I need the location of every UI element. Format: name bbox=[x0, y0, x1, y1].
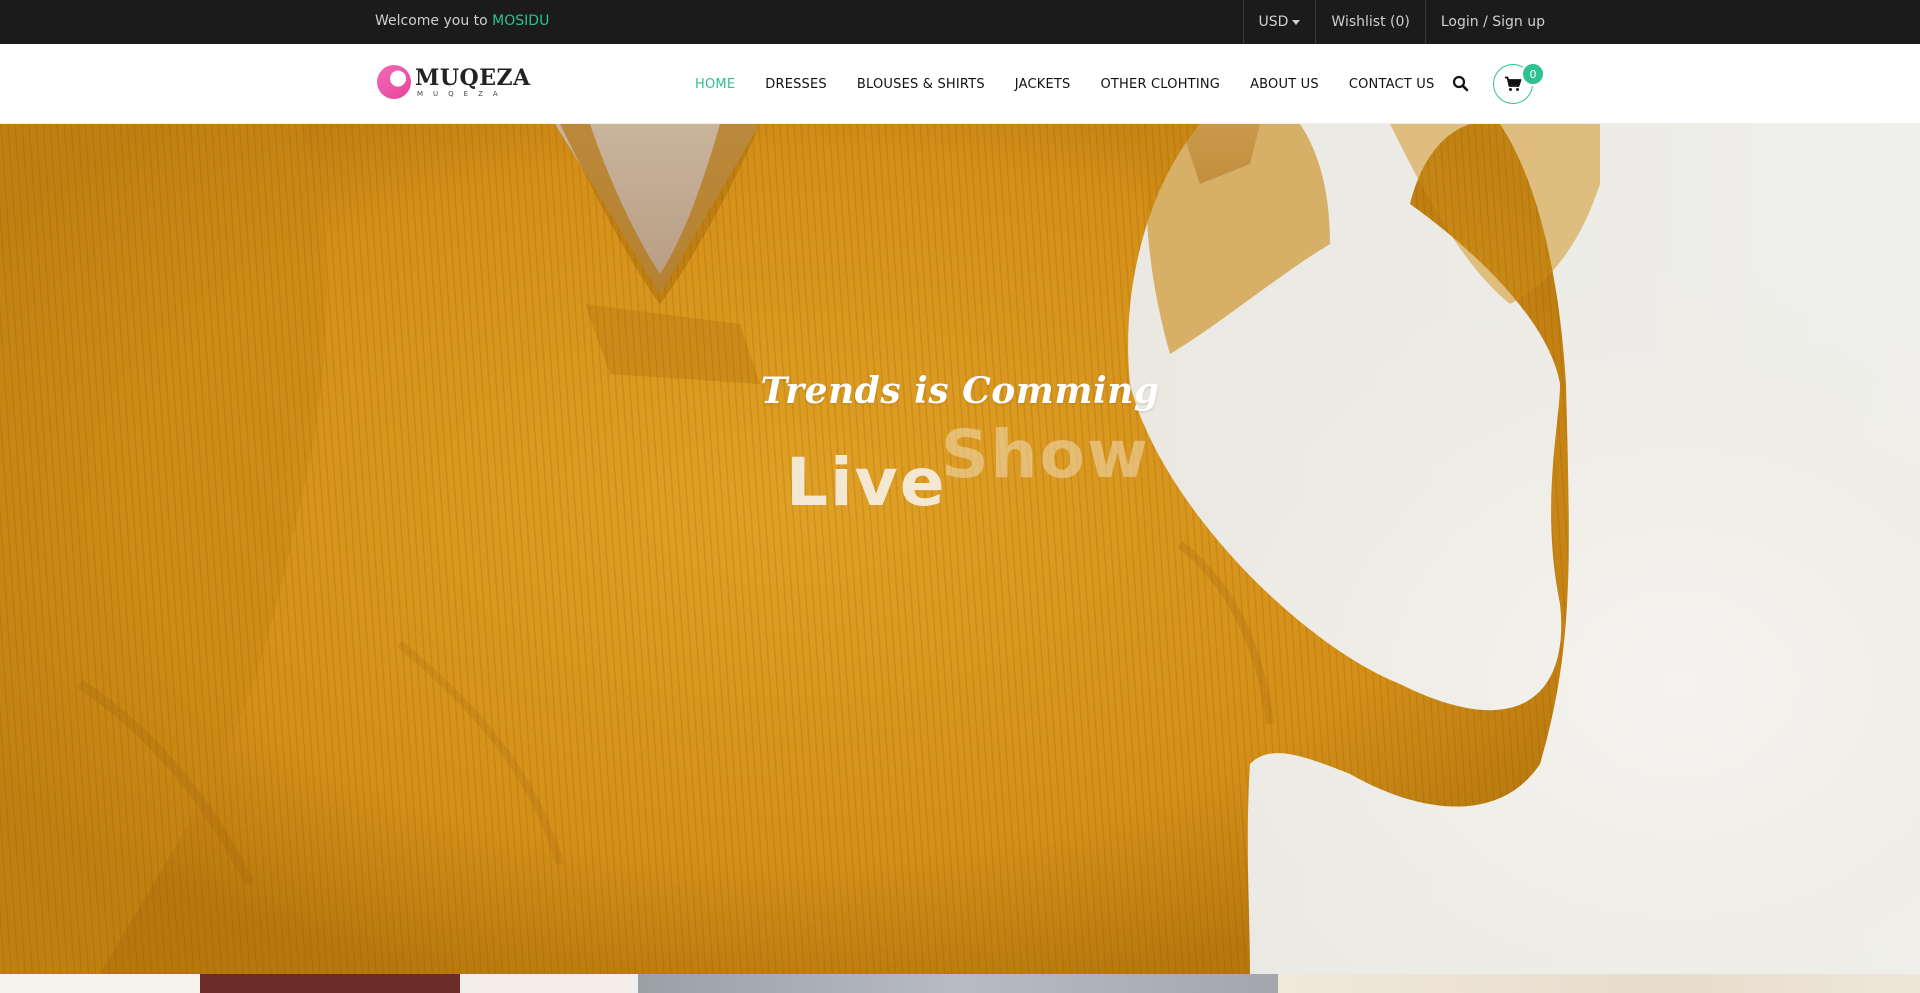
search-button[interactable] bbox=[1451, 74, 1471, 94]
product-tile-1-image[interactable] bbox=[0, 974, 638, 993]
main-nav: HOME DRESSES BLOUSES & SHIRTS JACKETS OT… bbox=[695, 44, 1434, 124]
logo-title: MUQEZA bbox=[415, 64, 531, 91]
site-logo[interactable]: MUQEZA MUQEZA bbox=[377, 65, 531, 99]
wishlist-link[interactable]: Wishlist (0) bbox=[1315, 0, 1424, 44]
nav-dresses[interactable]: DRESSES bbox=[765, 77, 827, 92]
cart-icon bbox=[1505, 76, 1522, 91]
hero-subtitle: Trends is Comming bbox=[760, 370, 1160, 412]
nav-about-us[interactable]: ABOUT US bbox=[1250, 77, 1319, 92]
main-header: MUQEZA MUQEZA HOME DRESSES BLOUSES & SHI… bbox=[0, 44, 1920, 124]
cart-count-badge: 0 bbox=[1521, 62, 1545, 86]
login-signup-link[interactable]: Login / Sign up bbox=[1424, 0, 1545, 44]
logo-wordmark: MUQEZA MUQEZA bbox=[415, 67, 531, 98]
nav-other-clothing[interactable]: OTHER CLOHTING bbox=[1100, 77, 1220, 92]
top-bar: Welcome you to MOSIDU USD Wishlist (0) L… bbox=[0, 0, 1920, 44]
top-bar-actions: USD Wishlist (0) Login / Sign up bbox=[1242, 0, 1545, 44]
nav-blouses-shirts[interactable]: BLOUSES & SHIRTS bbox=[857, 77, 985, 92]
hero-banner: Trends is Comming Live Show bbox=[0, 124, 1920, 974]
wishlist-label: Wishlist (0) bbox=[1331, 14, 1410, 30]
hero-sweater-image bbox=[0, 124, 1600, 974]
logo-swirl-icon bbox=[377, 65, 411, 99]
hero-title-word-live: Live bbox=[786, 444, 947, 521]
caret-down-icon bbox=[1292, 19, 1301, 25]
currency-selector[interactable]: USD bbox=[1242, 0, 1316, 44]
login-label: Login / Sign up bbox=[1440, 14, 1545, 30]
hero-title-word-show: Show bbox=[941, 416, 1150, 493]
product-tiles-strip bbox=[0, 974, 1920, 993]
currency-label: USD bbox=[1258, 14, 1289, 30]
nav-home[interactable]: HOME bbox=[695, 77, 735, 92]
product-tile-3-image[interactable] bbox=[1278, 974, 1920, 993]
welcome-brand-link[interactable]: MOSIDU bbox=[492, 13, 549, 29]
search-icon bbox=[1452, 75, 1469, 92]
nav-jackets[interactable]: JACKETS bbox=[1015, 77, 1071, 92]
logo-tagline: MUQEZA bbox=[417, 89, 508, 98]
nav-contact-us[interactable]: CONTACT US bbox=[1349, 77, 1435, 92]
welcome-message: Welcome you to MOSIDU bbox=[375, 13, 549, 29]
product-tile-2-image[interactable] bbox=[638, 974, 1278, 993]
welcome-text: Welcome you to bbox=[375, 13, 488, 29]
